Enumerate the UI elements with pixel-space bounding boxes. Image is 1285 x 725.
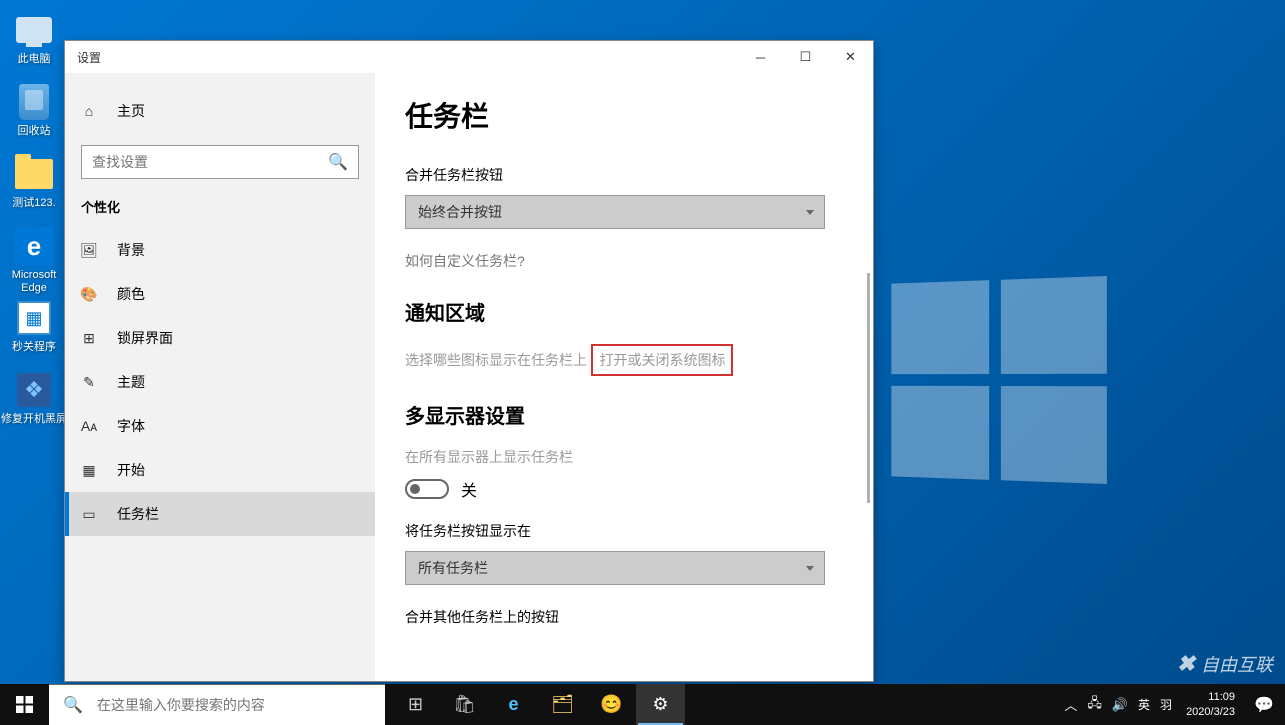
sidebar-item-6[interactable]: ▭ 任务栏 — [65, 492, 375, 536]
taskbar-edge-icon[interactable]: e — [489, 684, 538, 725]
sidebar-item-5[interactable]: ▦ 开始 — [65, 448, 375, 492]
sidebar: ⌂ 主页 🔍 个性化 🖼 背景 🎨 颜色 ⊞ 锁屏界面 ✎ 主题 Aᴀ 字体 ▦ 开始 ▭ 任务栏 — [65, 73, 375, 681]
taskbar-settings-icon[interactable]: ⚙ — [636, 684, 685, 725]
sidebar-item-3[interactable]: ✎ 主题 — [65, 360, 375, 404]
combine-dropdown[interactable]: 始终合并按钮 — [405, 195, 825, 229]
home-icon: ⌂ — [81, 103, 97, 119]
taskbar-search[interactable]: 🔍 — [49, 684, 385, 725]
sidebar-item-label: 锁屏界面 — [117, 328, 173, 348]
settings-window: 设置 ─ ☐ ✕ ⌂ 主页 🔍 个性化 🖼 背景 🎨 颜色 ⊞ 锁屏界面 ✎ 主题 Aᴀ 字体 ▦ 开… — [64, 40, 874, 682]
combine-other-label: 合并其他任务栏上的按钮 — [405, 607, 843, 627]
taskbar-store-icon[interactable]: 🛍 — [440, 684, 489, 725]
nav-icon: 🖼 — [81, 242, 97, 258]
nav-icon: ⊞ — [81, 330, 97, 346]
nav-icon: ▦ — [81, 462, 97, 478]
window-title: 设置 — [77, 49, 738, 66]
sidebar-item-label: 任务栏 — [117, 504, 159, 524]
sidebar-item-2[interactable]: ⊞ 锁屏界面 — [65, 316, 375, 360]
windows-icon — [16, 696, 33, 713]
desktop-icon-edge[interactable]: e Microsoft Edge — [0, 221, 68, 293]
notification-area-heading: 通知区域 — [405, 297, 843, 326]
maximize-button[interactable]: ☐ — [783, 41, 828, 73]
sidebar-item-4[interactable]: Aᴀ 字体 — [65, 404, 375, 448]
settings-search[interactable]: 🔍 — [81, 145, 359, 179]
show-on-all-toggle[interactable] — [405, 479, 449, 499]
close-button[interactable]: ✕ — [828, 41, 873, 73]
scrollbar[interactable] — [867, 273, 870, 503]
taskbar-explorer-icon[interactable]: 🗂 — [538, 684, 587, 725]
show-buttons-dropdown[interactable]: 所有任务栏 — [405, 551, 825, 585]
multi-display-heading: 多显示器设置 — [405, 400, 843, 429]
system-tray[interactable]: ︿ 🖧 🔊 英 羽 — [1058, 684, 1178, 725]
customize-taskbar-link[interactable]: 如何自定义任务栏? — [405, 251, 525, 271]
tray-volume-icon[interactable]: 🔊 — [1112, 697, 1128, 713]
tray-ime-lang[interactable]: 英 — [1138, 696, 1150, 713]
nav-icon: Aᴀ — [81, 418, 97, 434]
system-icons-link[interactable]: 打开或关闭系统图标 — [599, 350, 725, 370]
action-center-button[interactable]: 💬 — [1243, 684, 1285, 725]
watermark: ✖自由互联 — [1177, 651, 1273, 677]
sidebar-item-label: 背景 — [117, 240, 145, 260]
desktop-icon-app[interactable]: ▦ 秒关程序 — [0, 293, 68, 365]
toggle-off-label: 关 — [461, 477, 477, 501]
taskbar-screenshot-icon[interactable]: 😊 — [587, 684, 636, 725]
sidebar-item-label: 颜色 — [117, 284, 145, 304]
start-button[interactable] — [0, 684, 49, 725]
notification-icon: 💬 — [1254, 695, 1274, 715]
search-icon: 🔍 — [328, 152, 348, 172]
taskbar-clock[interactable]: 11:09 2020/3/23 — [1178, 684, 1243, 725]
select-icons-link[interactable]: 选择哪些图标显示在任务栏上 — [405, 350, 587, 370]
desktop-icon-folder[interactable]: 测试123. — [0, 149, 68, 221]
clock-time: 11:09 — [1208, 690, 1235, 705]
tray-ime-mode[interactable]: 羽 — [1160, 696, 1172, 713]
taskbar: 🔍 ⊞ 🛍 e 🗂 😊 ⚙ ︿ 🖧 🔊 英 羽 11:09 2020/3/23 … — [0, 684, 1285, 725]
sidebar-category: 个性化 — [65, 197, 375, 228]
sidebar-item-label: 主题 — [117, 372, 145, 392]
page-title: 任务栏 — [405, 95, 843, 135]
settings-search-input[interactable] — [92, 154, 328, 170]
desktop-icon-pc[interactable]: 此电脑 — [0, 5, 68, 77]
desktop-wallpaper-logo — [891, 276, 1107, 484]
taskbar-search-input[interactable] — [97, 697, 371, 713]
desktop-icon-recycle-bin[interactable]: 回收站 — [0, 77, 68, 149]
sidebar-item-label: 字体 — [117, 416, 145, 436]
sidebar-item-0[interactable]: 🖼 背景 — [65, 228, 375, 272]
settings-content: 任务栏 合并任务栏按钮 始终合并按钮 如何自定义任务栏? 通知区域 选择哪些图标… — [375, 73, 873, 681]
nav-home[interactable]: ⌂ 主页 — [65, 91, 375, 131]
nav-icon: ▭ — [81, 506, 97, 522]
minimize-button[interactable]: ─ — [738, 41, 783, 73]
tray-network-icon[interactable]: 🖧 — [1087, 694, 1102, 716]
search-icon: 🔍 — [63, 695, 83, 715]
show-on-all-label: 在所有显示器上显示任务栏 — [405, 447, 843, 467]
system-icons-link-highlight: 打开或关闭系统图标 — [591, 344, 733, 376]
combine-label: 合并任务栏按钮 — [405, 165, 843, 185]
tray-chevron-icon[interactable]: ︿ — [1064, 695, 1077, 714]
desktop-icons: 此电脑 回收站 测试123. e Microsoft Edge ▦ 秒关程序 ❖… — [0, 0, 70, 437]
titlebar: 设置 ─ ☐ ✕ — [65, 41, 873, 73]
nav-icon: ✎ — [81, 374, 97, 390]
task-view-button[interactable]: ⊞ — [391, 684, 440, 725]
desktop-icon-repair[interactable]: ❖ 修复开机黑屏 — [0, 365, 68, 437]
show-buttons-on-label: 将任务栏按钮显示在 — [405, 521, 843, 541]
sidebar-item-label: 开始 — [117, 460, 145, 480]
nav-icon: 🎨 — [81, 286, 97, 302]
sidebar-item-1[interactable]: 🎨 颜色 — [65, 272, 375, 316]
clock-date: 2020/3/23 — [1186, 705, 1235, 720]
